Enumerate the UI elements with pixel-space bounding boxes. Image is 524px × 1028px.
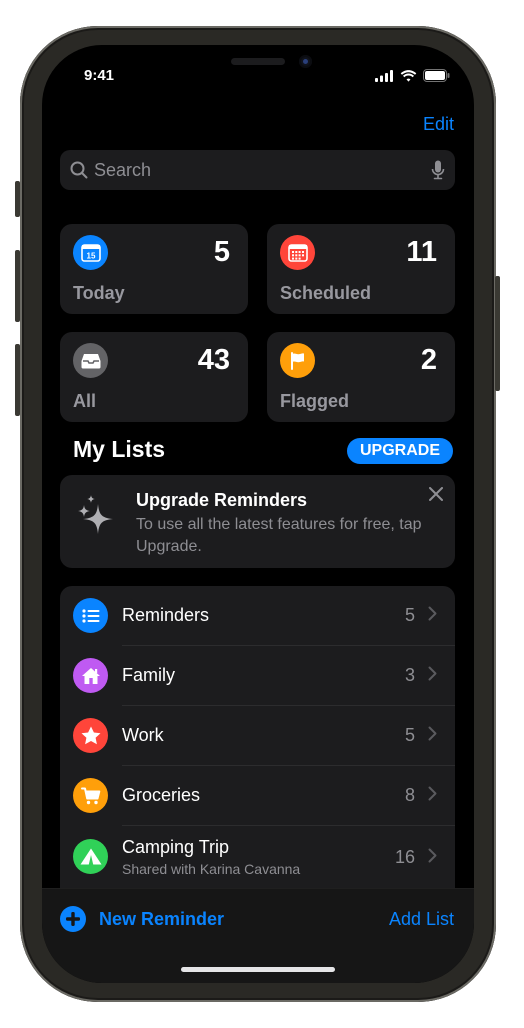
- star-icon: [73, 718, 108, 753]
- chevron-right-icon: [428, 606, 437, 621]
- list-name: Groceries: [122, 785, 201, 805]
- cellular-signal-icon: [375, 69, 393, 82]
- search-input[interactable]: [94, 159, 431, 181]
- list-count: 8: [404, 785, 415, 805]
- list-count: 5: [404, 725, 415, 745]
- scheduled-label: Scheduled: [280, 283, 372, 303]
- new-reminder-label: New Reminder: [99, 908, 225, 929]
- today-icon-day: 15: [86, 251, 95, 260]
- silent-switch: [15, 181, 20, 217]
- list-count: 3: [404, 665, 415, 685]
- smart-list-today[interactable]: 15 5 Today: [60, 224, 248, 314]
- tray-icon: [73, 343, 108, 378]
- tent-icon: [73, 839, 108, 874]
- list-name: Family: [122, 665, 175, 685]
- cart-icon: [73, 778, 108, 813]
- calendar-grid-icon: [280, 235, 315, 270]
- new-reminder-button[interactable]: New Reminder: [60, 906, 224, 932]
- screen: 9:41 Edit Search 15 5 Today 11 Scheduled…: [42, 45, 474, 983]
- search-icon: [70, 161, 88, 179]
- bottom-toolbar: New Reminder Add List: [42, 888, 474, 983]
- my-lists: Reminders 5 Family 3 Work 5 Groceries 8 …: [60, 586, 455, 891]
- smart-list-scheduled[interactable]: 11 Scheduled: [267, 224, 455, 314]
- list-count: 16: [394, 847, 415, 867]
- banner-title: Upgrade Reminders: [136, 490, 308, 510]
- list-item-work[interactable]: Work 5: [60, 706, 455, 766]
- scheduled-count: 11: [406, 236, 437, 268]
- list-item-reminders[interactable]: Reminders 5: [60, 586, 455, 646]
- my-lists-title: My Lists: [73, 436, 166, 462]
- list-name: Camping Trip: [122, 837, 230, 857]
- edit-button[interactable]: Edit: [423, 114, 454, 135]
- list-bullet-icon: [73, 598, 108, 633]
- status-time: 9:41: [84, 67, 115, 84]
- list-item-family[interactable]: Family 3: [60, 646, 455, 706]
- chevron-right-icon: [428, 786, 437, 801]
- list-name: Work: [122, 725, 164, 745]
- search-bar[interactable]: [60, 150, 455, 190]
- microphone-icon[interactable]: [431, 160, 445, 180]
- today-label: Today: [73, 283, 125, 303]
- status-icons: [375, 69, 450, 82]
- plus-circle-icon: [60, 906, 86, 932]
- flagged-label: Flagged: [280, 391, 350, 411]
- list-item-groceries[interactable]: Groceries 8: [60, 766, 455, 826]
- list-subtitle: Shared with Karina Cavanna: [122, 861, 301, 877]
- upgrade-button[interactable]: UPGRADE: [347, 438, 453, 464]
- home-indicator: [181, 967, 335, 972]
- status-bar: 9:41: [42, 45, 474, 105]
- chevron-right-icon: [428, 666, 437, 681]
- add-list-button[interactable]: Add List: [389, 909, 454, 930]
- all-count: 43: [197, 344, 230, 376]
- chevron-right-icon: [428, 848, 437, 863]
- smart-list-flagged[interactable]: 2 Flagged: [267, 332, 455, 422]
- battery-icon: [423, 69, 450, 82]
- flagged-count: 2: [420, 344, 437, 376]
- calendar-today-icon: 15: [73, 235, 108, 270]
- upgrade-banner: Upgrade Reminders To use all the latest …: [60, 475, 455, 568]
- list-count: 5: [404, 605, 415, 625]
- house-icon: [73, 658, 108, 693]
- volume-up-button: [15, 250, 20, 322]
- volume-down-button: [15, 344, 20, 416]
- list-item-camping-trip[interactable]: Camping Trip Shared with Karina Cavanna …: [60, 826, 455, 888]
- today-count: 5: [213, 236, 230, 268]
- power-button: [495, 276, 500, 391]
- chevron-right-icon: [428, 726, 437, 741]
- banner-text: To use all the latest features for free,…: [136, 516, 422, 555]
- wifi-icon: [400, 69, 417, 82]
- flag-icon: [280, 343, 315, 378]
- smart-list-all[interactable]: 43 All: [60, 332, 248, 422]
- close-icon[interactable]: [429, 487, 443, 501]
- sparkles-icon: [78, 495, 113, 534]
- all-label: All: [73, 391, 97, 411]
- list-name: Reminders: [122, 605, 210, 625]
